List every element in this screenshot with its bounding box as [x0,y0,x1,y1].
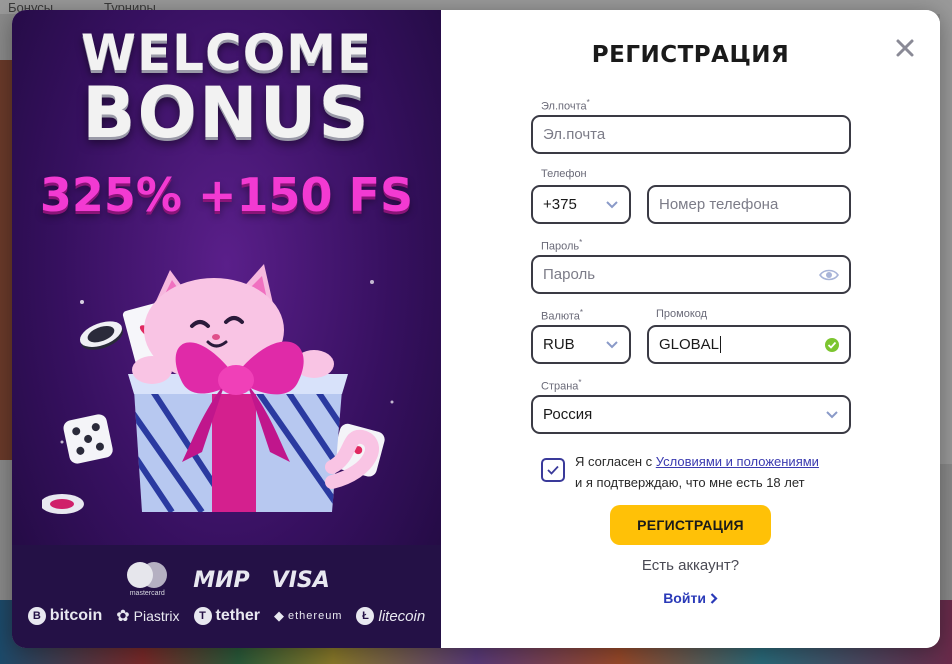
email-input[interactable] [543,126,839,143]
country-value: Россия [543,406,593,423]
country-select[interactable]: Россия [531,395,851,434]
mir-logo: МИР [193,567,250,593]
register-button[interactable]: РЕГИСТРАЦИЯ [610,505,771,545]
ethereum-logo: ◆ ethereum [274,608,343,623]
litecoin-logo: Łlitecoin [356,607,425,625]
password-field[interactable] [531,255,851,294]
password-label: Пароль* [541,238,583,253]
welcome-bonus-banner: WELCOME BONUS 325% +150 FS mastercard МИ… [12,10,441,648]
mastercard-logo: mastercard [123,560,171,600]
terms-checkbox[interactable] [541,458,565,482]
email-field[interactable] [531,115,851,154]
background-banner-edge [0,60,12,460]
check-valid-icon [825,337,839,352]
phone-code-select[interactable]: +375 [531,185,631,224]
registration-form: РЕГИСТРАЦИЯ Эл.почта* Телефон +375 Парол… [441,10,940,648]
registration-modal: WELCOME BONUS 325% +150 FS mastercard МИ… [12,10,940,648]
promo-code-value[interactable]: GLOBAL [659,336,722,353]
login-link[interactable]: Войти [441,590,940,606]
currency-label: Валюта* [541,308,584,323]
chevron-down-icon [605,338,619,352]
chevron-down-icon [605,198,619,212]
terms-link[interactable]: Условиями и положениями [656,454,819,469]
phone-label: Телефон [541,168,587,180]
eye-icon[interactable] [819,268,839,282]
password-input[interactable] [543,266,819,283]
currency-select[interactable]: RUB [531,325,631,364]
form-title: РЕГИСТРАЦИЯ [591,42,790,68]
bonus-offer: 325% +150 FS [39,168,414,222]
has-account-text: Есть аккаунт? [641,557,740,574]
piastrix-logo: ✿ Piastrix [116,608,180,625]
terms-text: Я согласен с Условиями и положениями и я… [575,454,819,490]
headline-bonus: BONUS [82,72,371,154]
currency-value: RUB [543,336,575,353]
phone-number-field[interactable] [647,185,851,224]
country-label: Страна* [541,378,582,393]
visa-logo: VISA [271,567,330,593]
bitcoin-logo: Bbitcoin [27,607,102,625]
chevron-right-icon [710,590,718,606]
cat-gift-illustration [42,264,394,514]
payment-row-cards: mastercard МИР VISA [12,560,441,600]
background-banner-edge-right [940,14,952,464]
chevron-down-icon [825,408,839,422]
promo-code-label: Промокод [656,308,708,320]
phone-number-input[interactable] [659,196,839,213]
email-label: Эл.почта* [541,98,590,113]
checkmark-icon [547,465,559,475]
promo-code-field[interactable]: GLOBAL [647,325,851,364]
phone-code-value: +375 [543,196,577,213]
tether-logo: Ttether [193,607,260,625]
payment-row-crypto: Bbitcoin ✿ Piastrix Ttether ◆ ethereum Łli… [12,606,441,626]
